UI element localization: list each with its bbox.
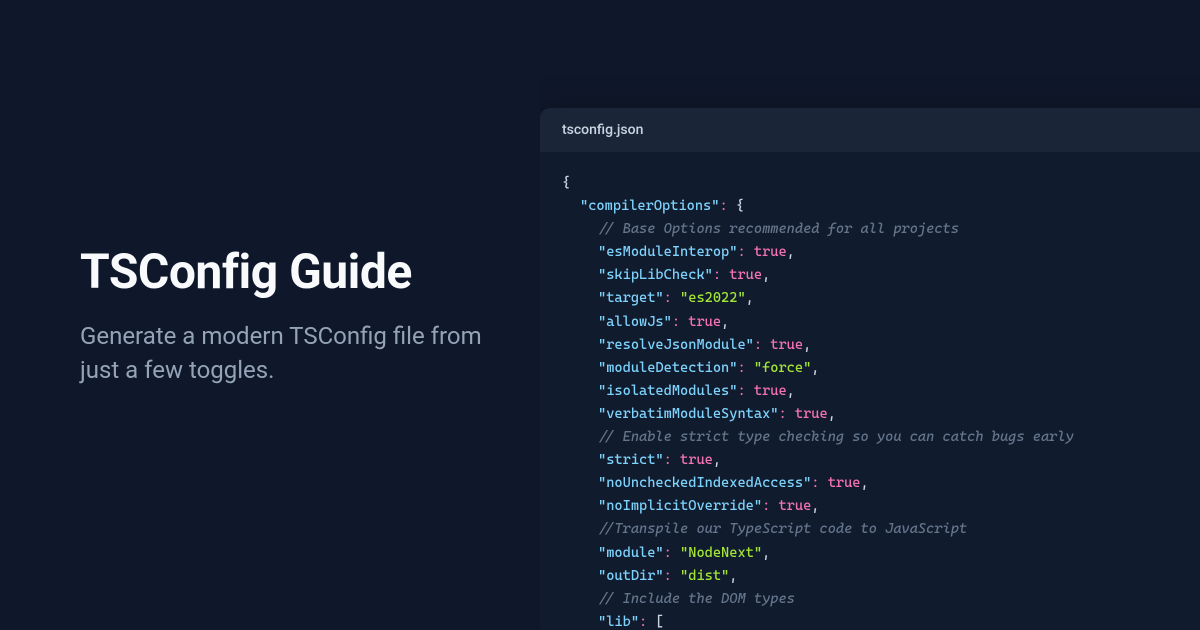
- code-token-colon: :: [811, 475, 827, 491]
- code-token-key: "moduleDetection": [598, 360, 737, 376]
- code-line: "lib": [: [562, 611, 1198, 630]
- code-token-comma: ,: [787, 244, 795, 260]
- code-token-key: "esModuleInterop": [598, 244, 737, 260]
- hero-panel: TSConfig Guide Generate a modern TSConfi…: [0, 243, 540, 387]
- code-token-colon: :: [713, 267, 729, 283]
- code-line: "target": "es2022",: [562, 287, 1198, 310]
- code-token-colon: :: [719, 198, 727, 214]
- code-line: "isolatedModules": true,: [562, 380, 1198, 403]
- code-token-key: "resolveJsonModule": [598, 337, 754, 353]
- code-line: "moduleDetection": "force",: [562, 357, 1198, 380]
- code-token-bool: true: [729, 267, 762, 283]
- editor-body: {"compilerOptions": {// Base Options rec…: [540, 152, 1200, 630]
- code-token-colon: :: [664, 568, 680, 584]
- code-token-bool: true: [754, 244, 787, 260]
- code-token-comma: ,: [811, 360, 819, 376]
- code-token-comment: // Base Options recommended for all proj…: [598, 221, 959, 237]
- code-line: "verbatimModuleSyntax": true,: [562, 403, 1198, 426]
- code-token-colon: :: [664, 545, 680, 561]
- code-token-key: "skipLibCheck": [598, 267, 713, 283]
- code-token-key: "outDir": [598, 568, 664, 584]
- code-token-comma: ,: [721, 314, 729, 330]
- code-line: "compilerOptions": {: [562, 195, 1198, 218]
- code-token-colon: :: [737, 360, 753, 376]
- code-token-comma: ,: [811, 498, 819, 514]
- page-title: TSConfig Guide: [80, 243, 500, 300]
- code-line: // Enable strict type checking so you ca…: [562, 426, 1198, 449]
- code-token-bool: true: [754, 383, 787, 399]
- code-line: "strict": true,: [562, 449, 1198, 472]
- code-token-str: "es2022": [680, 290, 746, 306]
- code-line: "module": "NodeNext",: [562, 542, 1198, 565]
- code-token-colon: :: [672, 314, 688, 330]
- code-token-comma: ,: [828, 406, 836, 422]
- code-token-bool: true: [778, 498, 811, 514]
- code-token-bool: true: [680, 452, 713, 468]
- code-token-comma: ,: [729, 568, 737, 584]
- code-token-comma: ,: [787, 383, 795, 399]
- code-token-colon: :: [664, 452, 680, 468]
- code-token-comma: ,: [861, 475, 869, 491]
- code-line: "allowJs": true,: [562, 311, 1198, 334]
- code-token-brace: {: [728, 198, 744, 214]
- code-line: "resolveJsonModule": true,: [562, 334, 1198, 357]
- code-token-comment: //Transpile our TypeScript code to JavaS…: [598, 521, 967, 537]
- code-token-key: "lib": [598, 614, 639, 630]
- code-token-colon: :: [664, 290, 680, 306]
- code-token-str: "dist": [680, 568, 729, 584]
- code-line: "skipLibCheck": true,: [562, 264, 1198, 287]
- code-token-key: "noImplicitOverride": [598, 498, 762, 514]
- code-token-key: "strict": [598, 452, 664, 468]
- code-token-comma: ,: [762, 267, 770, 283]
- code-token-str: "force": [754, 360, 811, 376]
- code-token-comment: // Enable strict type checking so you ca…: [598, 429, 1074, 445]
- code-token-colon: :: [762, 498, 778, 514]
- code-token-key: "target": [598, 290, 664, 306]
- code-line: "noUncheckedIndexedAccess": true,: [562, 472, 1198, 495]
- code-token-key: "verbatimModuleSyntax": [598, 406, 778, 422]
- code-line: {: [562, 172, 1198, 195]
- page-subtitle: Generate a modern TSConfig file from jus…: [80, 320, 500, 387]
- code-token-colon: :: [754, 337, 770, 353]
- code-editor: tsconfig.json {"compilerOptions": {// Ba…: [540, 108, 1200, 630]
- code-token-str: "NodeNext": [680, 545, 762, 561]
- code-token-key: "noUncheckedIndexedAccess": [598, 475, 811, 491]
- code-token-brace: {: [562, 175, 570, 191]
- code-token-comma: ,: [713, 452, 721, 468]
- code-token-bool: true: [828, 475, 861, 491]
- editor-panel: tsconfig.json {"compilerOptions": {// Ba…: [540, 0, 1200, 630]
- code-token-comment: // Include the DOM types: [598, 591, 795, 607]
- code-token-key: "allowJs": [598, 314, 672, 330]
- code-token-key: "compilerOptions": [580, 198, 719, 214]
- code-token-bool: true: [795, 406, 828, 422]
- code-line: // Base Options recommended for all proj…: [562, 218, 1198, 241]
- editor-filename: tsconfig.json: [540, 108, 1200, 152]
- code-token-key: "module": [598, 545, 664, 561]
- code-token-bool: true: [770, 337, 803, 353]
- code-token-key: "isolatedModules": [598, 383, 737, 399]
- code-line: "esModuleInterop": true,: [562, 241, 1198, 264]
- code-line: //Transpile our TypeScript code to JavaS…: [562, 518, 1198, 541]
- code-line: "outDir": "dist",: [562, 565, 1198, 588]
- code-token-comma: ,: [746, 290, 754, 306]
- code-token-colon: :: [737, 244, 753, 260]
- code-token-comma: ,: [803, 337, 811, 353]
- code-token-colon: :: [639, 614, 655, 630]
- code-line: "noImplicitOverride": true,: [562, 495, 1198, 518]
- code-token-comma: ,: [762, 545, 770, 561]
- code-token-brace: [: [655, 614, 663, 630]
- code-token-bool: true: [688, 314, 721, 330]
- code-token-colon: :: [778, 406, 794, 422]
- code-line: // Include the DOM types: [562, 588, 1198, 611]
- code-token-colon: :: [737, 383, 753, 399]
